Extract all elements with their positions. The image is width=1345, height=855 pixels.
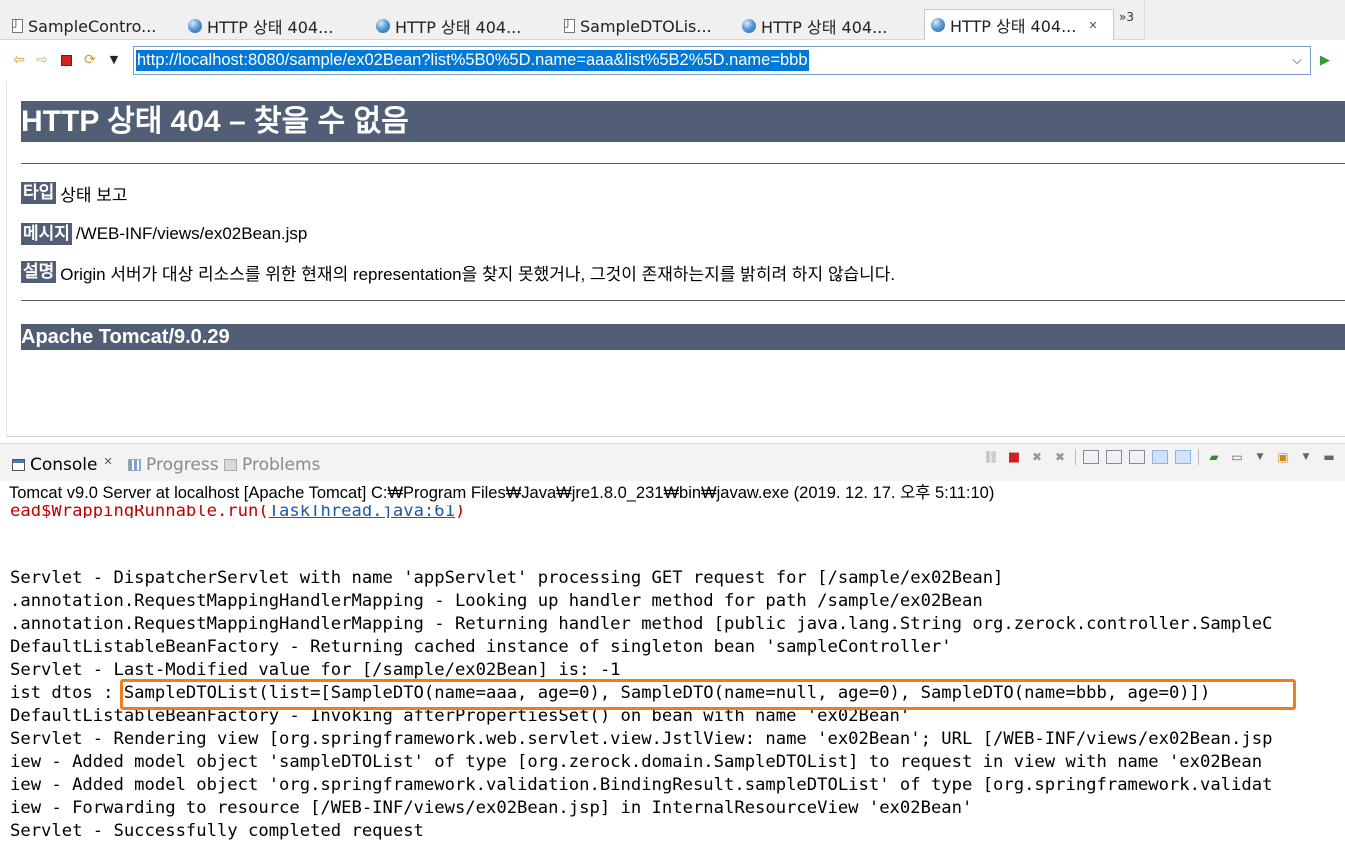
link-icon[interactable]: ⛓ (983, 450, 999, 464)
description-row: 설명 Origin 서버가 대상 리소스를 위한 현재의 representat… (21, 260, 895, 284)
open-console-icon[interactable]: ▣ (1275, 450, 1291, 464)
chevron-down-icon[interactable]: ▼ (106, 52, 122, 68)
console-toolbar: ⛓ ■ ✖ ✖ ▰ ▭ ▼ ▣ ▼ ▬ (983, 449, 1344, 465)
editor-tab-http-404-3[interactable]: HTTP 상태 404... (742, 12, 902, 40)
console-line: Servlet - DispatcherServlet with name 'a… (10, 568, 1004, 588)
description-value: Origin 서버가 대상 리소스를 위한 현재의 representation… (60, 264, 896, 284)
tab-console-label: Console (30, 455, 98, 475)
console-line: iew - Added model object 'org.springfram… (10, 775, 1273, 795)
console-line: .annotation.RequestMappingHandlerMapping… (10, 614, 1273, 634)
console-line: .annotation.RequestMappingHandlerMapping… (10, 591, 983, 611)
type-row: 타입 상태 보고 (21, 181, 128, 205)
go-play-icon[interactable]: ▶ (1320, 53, 1330, 68)
java-file-icon (564, 19, 575, 33)
forward-arrow-icon[interactable]: ⇨ (34, 52, 50, 68)
console-line: Servlet - Successfully completed request (10, 821, 424, 841)
pin-console-icon[interactable]: ▰ (1206, 450, 1222, 464)
server-version: Apache Tomcat/9.0.29 (21, 324, 1345, 350)
message-label: 메시지 (21, 223, 72, 245)
show-on-stderr-icon[interactable] (1175, 450, 1191, 464)
tab-problems-label: Problems (242, 455, 321, 475)
show-on-stdout-icon[interactable] (1152, 450, 1168, 464)
clear-console-icon[interactable] (1083, 450, 1099, 464)
console-line: Servlet - Rendering view [org.springfram… (10, 729, 1273, 749)
console-line: DefaultListableBeanFactory - Invoking af… (10, 706, 911, 726)
console-line-error: ead$WrappingRunnable.run(TaskThread.java… (10, 505, 465, 518)
minimize-icon[interactable]: ▬ (1321, 450, 1337, 464)
editor-tab-sample-dto-list[interactable]: SampleDTOLis... (564, 12, 724, 40)
browser-toolbar: ⇦ ⇨ ⟳ ▼ http://localhost:8080/sample/ex0… (0, 40, 1345, 82)
word-wrap-icon[interactable] (1129, 450, 1145, 464)
editor-tab-strip: SampleContro... HTTP 상태 404... HTTP 상태 4… (0, 0, 1345, 40)
editor-tab-label: HTTP 상태 404... (207, 18, 334, 37)
refresh-icon[interactable]: ⟳ (82, 52, 98, 68)
scroll-lock-icon[interactable] (1106, 450, 1122, 464)
editor-tab-http-404-active[interactable]: HTTP 상태 404... ✕ (924, 9, 1114, 40)
editor-tab-label: SampleContro... (28, 16, 157, 36)
toolbar-separator (1198, 449, 1199, 465)
message-value: /WEB-INF/views/ex02Bean.jsp (75, 224, 308, 243)
tab-progress[interactable]: Progress (128, 454, 219, 476)
url-input[interactable]: http://localhost:8080/sample/ex02Bean?li… (133, 46, 1311, 75)
type-value: 상태 보고 (60, 185, 128, 205)
tab-progress-label: Progress (146, 455, 219, 475)
tab-problems[interactable]: Problems (224, 454, 320, 476)
terminate-icon[interactable]: ■ (1006, 450, 1022, 465)
java-file-icon (12, 19, 23, 33)
console-line: DefaultListableBeanFactory - Returning c… (10, 637, 952, 657)
remove-all-icon[interactable]: ✖ (1052, 450, 1068, 464)
console-process-header: Tomcat v9.0 Server at localhost [Apache … (0, 481, 1345, 505)
view-menu-icon[interactable]: ▼ (1298, 450, 1314, 464)
editor-tab-http-404-2[interactable]: HTTP 상태 404... (376, 12, 536, 40)
console-icon (12, 459, 25, 471)
globe-icon (188, 19, 202, 33)
globe-icon (931, 18, 945, 32)
message-row: 메시지 /WEB-INF/views/ex02Bean.jsp (21, 222, 307, 246)
globe-icon (376, 19, 390, 33)
problems-icon (224, 459, 237, 471)
divider (21, 163, 1345, 164)
editor-tab-label: HTTP 상태 404... (950, 17, 1077, 36)
console-line: iew - Forwarding to resource [/WEB-INF/v… (10, 798, 973, 818)
divider (21, 300, 1345, 301)
progress-icon (128, 459, 141, 471)
back-arrow-icon[interactable]: ⇦ (11, 52, 27, 68)
url-text[interactable]: http://localhost:8080/sample/ex02Bean?li… (136, 50, 809, 71)
editor-tab-label: HTTP 상태 404... (395, 18, 522, 37)
console-output[interactable]: ead$WrappingRunnable.run(TaskThread.java… (0, 505, 1345, 855)
description-label: 설명 (21, 261, 57, 283)
url-dropdown-chevron-icon[interactable]: ⌵ (1284, 47, 1310, 74)
tab-overflow-button[interactable]: »3 (1119, 10, 1134, 24)
editor-tab-sample-controller[interactable]: SampleContro... (12, 12, 162, 40)
tab-console[interactable]: Console ✕ (12, 454, 113, 476)
toolbar-separator (1075, 449, 1076, 465)
console-line: Servlet - Last-Modified value for [/samp… (10, 660, 621, 680)
editor-tab-label: SampleDTOLis... (580, 16, 712, 36)
display-console-icon[interactable]: ▭ (1229, 450, 1245, 464)
browser-page-content: HTTP 상태 404 – 찾을 수 없음 타입 상태 보고 메시지 /WEB-… (6, 82, 1345, 437)
stop-icon[interactable] (58, 52, 74, 68)
editor-tab-label: HTTP 상태 404... (761, 18, 888, 37)
console-line: iew - Added model object 'sampleDTOList'… (10, 752, 1263, 772)
stack-trace-link[interactable]: TaskThread.java:61 (269, 505, 455, 518)
editor-tab-http-404-1[interactable]: HTTP 상태 404... (188, 12, 348, 40)
close-tab-icon[interactable]: ✕ (1088, 19, 1097, 32)
chevron-down-icon[interactable]: ▼ (1252, 450, 1268, 464)
globe-icon (742, 19, 756, 33)
type-label: 타입 (21, 182, 57, 204)
page-title: HTTP 상태 404 – 찾을 수 없음 (21, 101, 1345, 142)
console-line-dtos: ist dtos : SampleDTOList(list=[SampleDTO… (10, 683, 1211, 703)
tab-strip-empty-area (1144, 0, 1345, 40)
remove-launch-icon[interactable]: ✖ (1029, 450, 1045, 464)
close-icon[interactable]: ✕ (104, 455, 113, 468)
